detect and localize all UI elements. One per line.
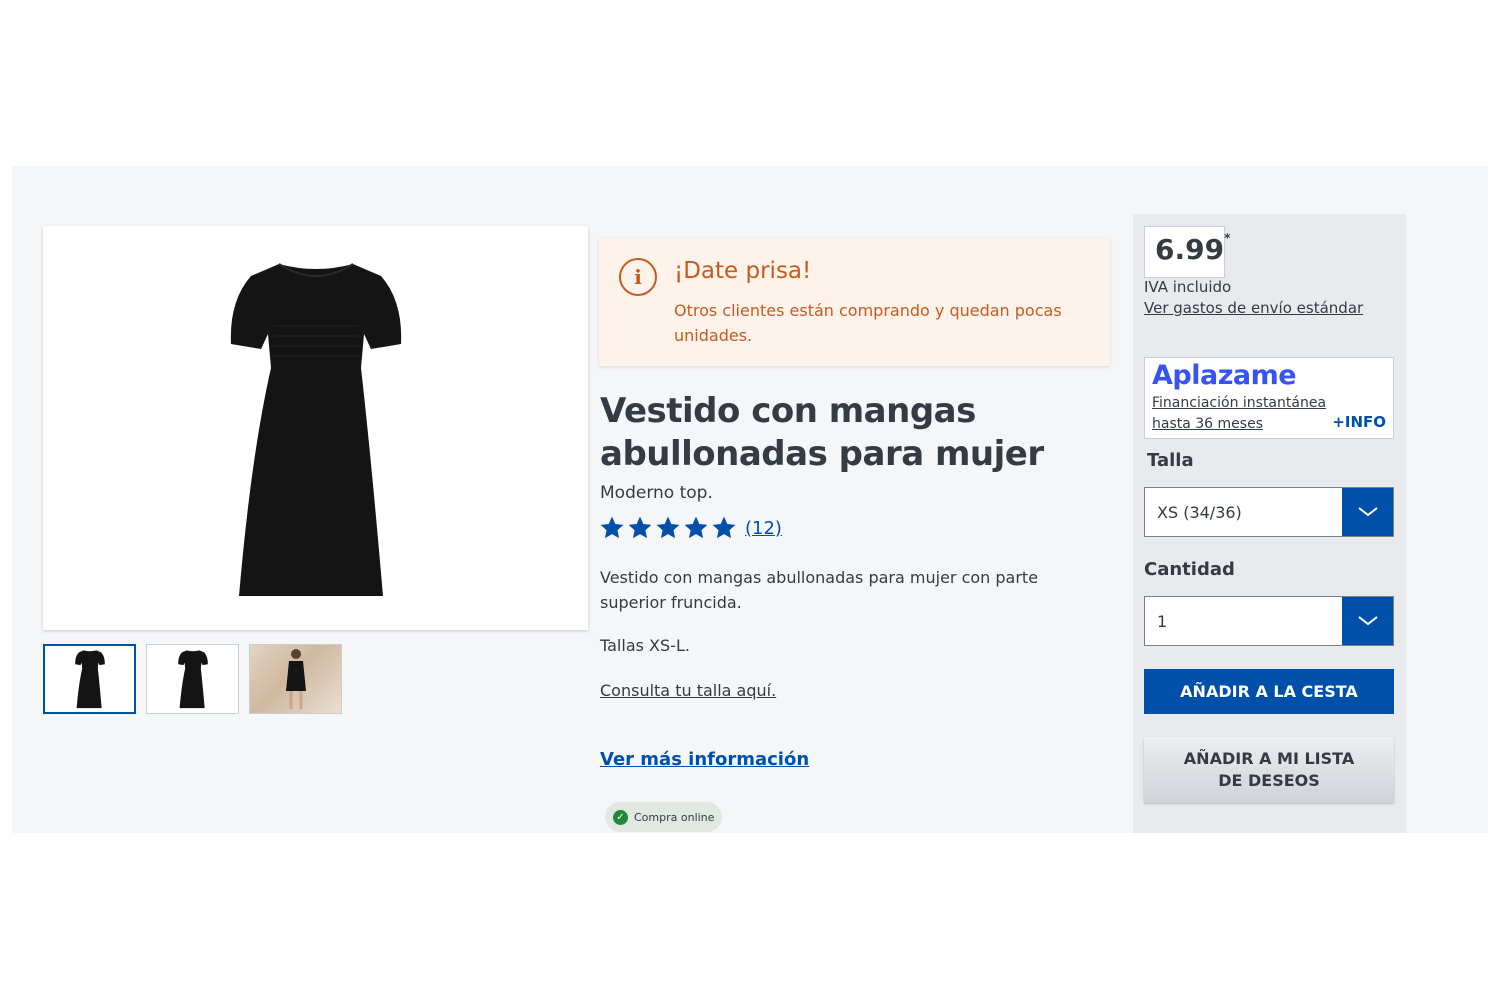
chevron-down-icon[interactable] bbox=[1342, 597, 1393, 645]
product-subtitle: Moderno top. bbox=[600, 483, 713, 503]
thumbnail-3[interactable] bbox=[249, 644, 342, 714]
aplazame-logo: Aplazame bbox=[1152, 360, 1297, 391]
aplazame-financing-box[interactable]: Aplazame Financiación instantánea hasta … bbox=[1144, 357, 1394, 439]
thumbnail-strip bbox=[43, 644, 342, 714]
urgency-text: Otros clientes están comprando y quedan … bbox=[674, 301, 1062, 345]
shipping-costs-link[interactable]: Ver gastos de envío estándar bbox=[1144, 299, 1363, 317]
quantity-select[interactable]: 1 bbox=[1144, 596, 1394, 646]
info-icon: i bbox=[619, 258, 657, 296]
price-asterisk: * bbox=[1224, 231, 1231, 245]
online-purchase-badge: ✓ Compra online bbox=[605, 802, 723, 832]
product-description: Vestido con mangas abullonadas para muje… bbox=[600, 568, 1039, 612]
dress-thumb-icon bbox=[74, 650, 105, 709]
urgency-title: ¡Date prisa! bbox=[674, 258, 812, 284]
product-rating[interactable]: (12) bbox=[599, 515, 782, 541]
model-photo-icon bbox=[285, 649, 306, 709]
thumbnail-2[interactable] bbox=[146, 644, 239, 714]
vat-note: IVA incluido bbox=[1144, 278, 1232, 296]
size-guide-link[interactable]: Consulta tu talla aquí. bbox=[600, 681, 776, 700]
size-label: Talla bbox=[1147, 450, 1194, 471]
thumbnail-1[interactable] bbox=[43, 644, 136, 714]
dress-thumb-icon bbox=[177, 650, 208, 709]
price: 6.99* bbox=[1155, 231, 1231, 266]
review-count-link[interactable]: (12) bbox=[745, 518, 782, 539]
size-select-value: XS (34/36) bbox=[1157, 502, 1242, 522]
add-to-cart-button[interactable]: AÑADIR A LA CESTA bbox=[1144, 669, 1394, 714]
dress-image bbox=[230, 262, 401, 596]
product-main-image[interactable] bbox=[43, 226, 588, 630]
badge-label: Compra online bbox=[634, 810, 715, 824]
quantity-label: Cantidad bbox=[1144, 559, 1235, 580]
product-section: i ¡Date prisa! Otros clientes están comp… bbox=[12, 166, 1488, 833]
product-title: Vestido con mangas abullonadas para muje… bbox=[600, 391, 1044, 474]
quantity-select-value: 1 bbox=[1157, 611, 1168, 631]
star-icon bbox=[684, 516, 708, 539]
purchase-panel: 6.99* IVA incluido Ver gastos de envío e… bbox=[1133, 214, 1406, 833]
aplazame-financing-text[interactable]: Financiación instantánea hasta 36 meses bbox=[1152, 393, 1332, 435]
check-icon: ✓ bbox=[613, 809, 628, 825]
star-icon bbox=[656, 516, 680, 539]
more-info-link[interactable]: Ver más información bbox=[600, 749, 809, 770]
star-icon bbox=[600, 516, 624, 539]
aplazame-more-info[interactable]: +INFO bbox=[1332, 413, 1386, 431]
size-select[interactable]: XS (34/36) bbox=[1144, 487, 1394, 537]
price-box: 6.99* bbox=[1144, 226, 1230, 278]
urgency-notice: i ¡Date prisa! Otros clientes están comp… bbox=[599, 238, 1110, 366]
star-icon bbox=[712, 516, 736, 539]
star-icon bbox=[628, 516, 652, 539]
add-to-wishlist-button[interactable]: AÑADIR A MI LISTA DE DESEOS bbox=[1144, 737, 1394, 803]
product-sizes: Tallas XS-L. bbox=[600, 636, 690, 655]
chevron-down-icon[interactable] bbox=[1342, 488, 1393, 536]
